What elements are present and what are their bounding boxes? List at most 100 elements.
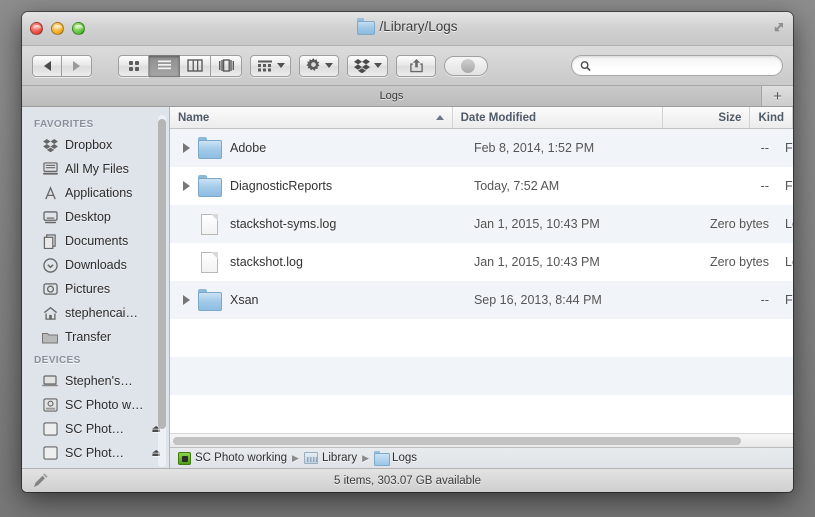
dropbox-icon [42,137,58,153]
chevron-down-icon [277,63,285,68]
gear-icon [306,58,320,71]
close-button[interactable] [30,22,43,35]
document-icon [194,251,224,273]
sidebar-item-pictures[interactable]: Pictures [22,277,169,301]
coverflow-view-button[interactable] [211,54,242,77]
breadcrumb-label: SC Photo working [195,452,288,464]
columns-icon [187,59,203,72]
new-tab-button[interactable]: + [761,86,793,106]
pen-icon[interactable] [32,473,48,489]
sidebar-item-applications[interactable]: Applications [22,181,169,205]
sidebar-item-stephens-mac[interactable]: Stephen's… [22,369,169,393]
breadcrumb-item-library[interactable]: Library [303,452,357,464]
folder-icon [194,136,224,159]
minimize-button[interactable] [51,22,64,35]
scrollbar-thumb[interactable] [173,436,741,445]
back-arrow-icon [43,60,51,71]
library-icon [303,452,318,464]
cell-date-modified: Jan 1, 2015, 10:43 PM [473,255,600,269]
file-rows: Adobe Feb 8, 2014, 1:52 PM -- Folder Dia… [170,129,793,433]
sidebar-item-dropbox[interactable]: Dropbox [22,133,169,157]
sidebar-item-label: Downloads [65,258,127,272]
cell-size: Zero bytes [709,217,769,231]
file-list-pane: Name Date Modified Size Kind Adobe Feb 8… [170,107,793,468]
tab-logs[interactable]: Logs [22,86,761,106]
forward-button[interactable] [62,54,92,77]
sidebar-item-all-my-files[interactable]: All My Files [22,157,169,181]
sort-ascending-icon [435,115,444,120]
status-text: 5 items, 303.07 GB available [333,474,482,487]
column-headers: Name Date Modified Size Kind [170,107,793,129]
sidebar-item-label: Transfer [65,330,112,344]
ext-drive-icon [42,445,58,461]
share-button[interactable] [396,54,436,77]
cell-name: Adobe [170,136,466,159]
finder-window: /Library/Logs Logs + FAVORITES Dropbox A… [22,12,793,492]
sidebar-item-downloads[interactable]: Downloads [22,253,169,277]
all-my-files-icon [42,161,58,177]
coverflow-icon [218,59,234,72]
back-button[interactable] [32,54,62,77]
sidebar: FAVORITES Dropbox All My Files Applicati… [22,107,170,468]
sidebar-item-sc-photo-working[interactable]: SC Photo w… [22,393,169,417]
table-row[interactable]: stackshot-syms.log Jan 1, 2015, 10:43 PM… [170,205,793,243]
tag-toggle-button[interactable] [444,55,488,76]
sidebar-section-devices-header: DEVICES [34,355,81,366]
drive-icon [42,397,58,413]
sidebar-scrollbar[interactable] [158,115,166,467]
column-header-kind[interactable]: Kind [750,107,793,128]
cell-name: DiagnosticReports [170,174,466,197]
table-row[interactable]: stackshot.log Jan 1, 2015, 10:43 PM Zero… [170,243,793,281]
action-button[interactable] [299,54,339,77]
title-bar[interactable]: /Library/Logs [22,12,793,46]
fullscreen-icon[interactable] [771,22,784,35]
downloads-icon [42,257,58,273]
folder-icon [357,17,376,35]
cell-kind: Log [785,217,793,231]
cell-kind: Folder [785,293,793,307]
dropbox-button[interactable] [347,54,388,77]
list-view-button[interactable] [149,54,180,77]
file-name: stackshot-syms.log [230,217,337,231]
breadcrumb-separator-icon: ▶ [292,452,299,463]
document-icon [194,213,224,235]
disclosure-triangle-icon[interactable] [178,295,194,305]
table-row[interactable]: Xsan Sep 16, 2013, 8:44 PM -- Folder [170,281,793,319]
share-icon [409,58,423,72]
disclosure-triangle-icon[interactable] [178,181,194,191]
cell-date-modified: Jan 1, 2015, 10:43 PM [473,217,600,231]
search-field[interactable] [571,55,783,76]
column-header-size[interactable]: Size [663,107,751,128]
disclosure-triangle-icon[interactable] [178,143,194,153]
folder-icon [194,288,224,311]
icon-view-button[interactable] [118,54,149,77]
window-controls [30,22,85,35]
breadcrumb-label: Logs [392,452,417,464]
column-view-button[interactable] [180,54,211,77]
sidebar-item-transfer[interactable]: Transfer [22,325,169,349]
sidebar-section-favorites-header: FAVORITES [34,119,94,130]
table-row[interactable]: Adobe Feb 8, 2014, 1:52 PM -- Folder [170,129,793,167]
file-name: stackshot.log [230,255,303,269]
column-header-date-modified[interactable]: Date Modified [453,107,663,128]
sidebar-item-desktop[interactable]: Desktop [22,205,169,229]
sidebar-item-home[interactable]: stephencai… [22,301,169,325]
sidebar-item-documents[interactable]: Documents [22,229,169,253]
arrange-button[interactable] [250,54,291,77]
table-row[interactable]: DiagnosticReports Today, 7:52 AM -- Fold… [170,167,793,205]
empty-row [170,357,793,395]
home-icon [42,305,58,321]
breadcrumb-item-volume[interactable]: SC Photo working [178,451,288,465]
scrollbar-thumb[interactable] [158,119,166,429]
tab-bar: Logs + [22,86,793,107]
folder-icon [374,450,391,466]
column-header-name[interactable]: Name [170,107,453,128]
horizontal-scrollbar[interactable] [170,433,793,447]
sidebar-item-sc-photo-2[interactable]: SC Phot… ⏏ [22,441,169,465]
sidebar-item-label: Documents [65,234,129,248]
search-input[interactable] [595,59,774,72]
sidebar-item-sc-photo-1[interactable]: SC Phot… ⏏ [22,417,169,441]
breadcrumb-item-logs[interactable]: Logs [374,450,417,466]
cell-kind: Folder [785,141,793,155]
zoom-button[interactable] [72,22,85,35]
